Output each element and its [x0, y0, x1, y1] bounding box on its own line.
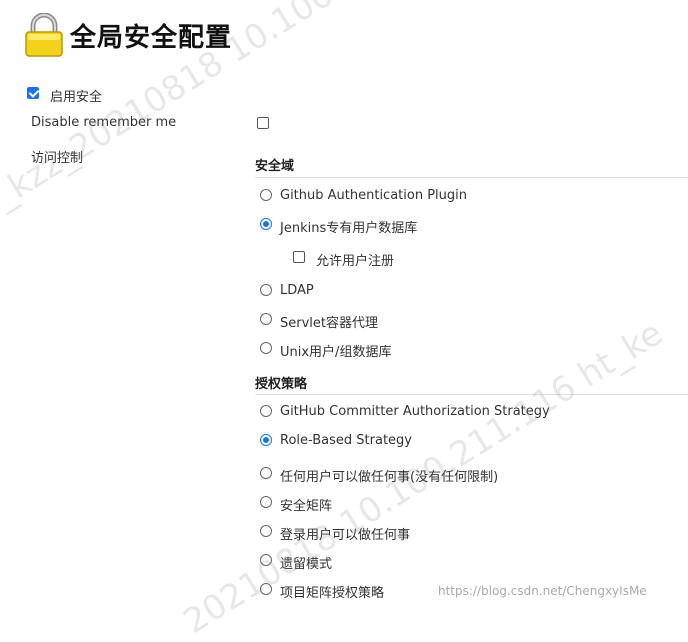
auth-radio-legacy[interactable]	[260, 554, 272, 566]
watermark-credit: https://blog.csdn.net/ChengxyIsMe	[438, 584, 647, 598]
enable-security-label: 启用安全	[50, 90, 103, 105]
allow-signup-label: 允许用户注册	[316, 254, 395, 269]
authorization-heading: 授权策略	[255, 377, 308, 392]
allow-signup-checkbox[interactable]	[293, 251, 305, 263]
auth-label-logged-in: 登录用户可以做任何事	[280, 528, 411, 543]
page-title: 全局安全配置	[70, 22, 233, 53]
realm-label-ldap: LDAP	[280, 283, 314, 298]
auth-label-project-matrix: 项目矩阵授权策略	[280, 586, 385, 601]
realm-radio-servlet[interactable]	[260, 313, 272, 325]
realm-radio-jenkins-db[interactable]	[260, 218, 272, 230]
auth-label-role-based: Role-Based Strategy	[280, 433, 412, 448]
auth-radio-logged-in[interactable]	[260, 525, 272, 537]
auth-label-legacy: 遗留模式	[280, 557, 333, 572]
realm-radio-ldap[interactable]	[260, 284, 272, 296]
page-header: 全局安全配置	[24, 12, 232, 58]
auth-radio-project-matrix[interactable]	[260, 583, 272, 595]
disable-remember-me-checkbox[interactable]	[257, 117, 269, 129]
realm-label-github: Github Authentication Plugin	[280, 188, 468, 203]
realm-label-unix: Unix用户/组数据库	[280, 345, 392, 360]
auth-radio-role-based[interactable]	[260, 434, 272, 446]
access-control-label: 访问控制	[31, 151, 84, 166]
security-realm-heading: 安全域	[255, 159, 295, 174]
auth-label-anyone: 任何用户可以做任何事(没有任何限制)	[280, 470, 499, 485]
auth-label-github-committer: GitHub Committer Authorization Strategy	[280, 404, 550, 419]
realm-radio-github[interactable]	[260, 189, 272, 201]
realm-radio-unix[interactable]	[260, 342, 272, 354]
auth-label-matrix: 安全矩阵	[280, 499, 333, 514]
auth-radio-github-committer[interactable]	[260, 405, 272, 417]
disable-remember-me-label: Disable remember me	[31, 115, 177, 130]
authorization-divider	[255, 394, 688, 395]
lock-icon	[24, 13, 64, 57]
realm-label-servlet: Servlet容器代理	[280, 316, 378, 331]
realm-label-jenkins-db: Jenkins专有用户数据库	[280, 221, 418, 236]
auth-radio-anyone[interactable]	[260, 467, 272, 479]
enable-security-checkbox[interactable]	[27, 87, 39, 99]
security-realm-divider	[255, 177, 688, 178]
auth-radio-matrix[interactable]	[260, 496, 272, 508]
